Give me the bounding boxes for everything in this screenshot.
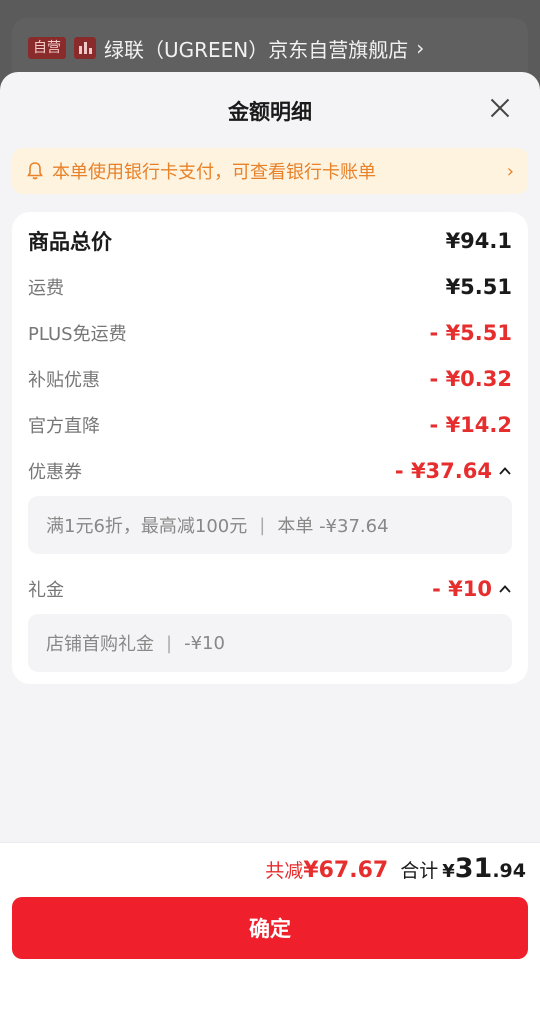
- official-discount-row: 官方直降 - ¥14.2: [28, 410, 512, 440]
- coupon-row[interactable]: 优惠券 - ¥37.64: [28, 456, 512, 486]
- official-discount-label: 官方直降: [28, 416, 100, 437]
- store-row: 自营 绿联（UGREEN）京东自营旗舰店 ›: [28, 34, 424, 62]
- chevron-right-icon: ›: [416, 36, 425, 60]
- chevron-right-icon: ›: [506, 160, 514, 182]
- coupon-label: 优惠券: [28, 462, 82, 483]
- gift-money-separator: |: [166, 632, 173, 654]
- bank-card-notice[interactable]: 本单使用银行卡支付，可查看银行卡账单 ›: [12, 148, 528, 194]
- goods-total-row: 商品总价 ¥94.1: [28, 226, 512, 256]
- subsidy-row: 补贴优惠 - ¥0.32: [28, 364, 512, 394]
- gift-money-label: 礼金: [28, 580, 64, 601]
- bell-icon: [27, 162, 43, 180]
- plus-free-shipping-label: PLUS免运费: [28, 324, 127, 345]
- total-currency: ¥: [442, 861, 455, 882]
- subsidy-label: 补贴优惠: [28, 370, 100, 391]
- notice-text: 本单使用银行卡支付，可查看银行卡账单: [52, 162, 376, 183]
- goods-total-value: ¥94.1: [445, 229, 512, 253]
- subsidy-value: - ¥0.32: [429, 367, 512, 391]
- confirm-button[interactable]: 确定: [12, 897, 528, 959]
- plus-free-shipping-row: PLUS免运费 - ¥5.51: [28, 318, 512, 348]
- total-label: 合计: [400, 860, 439, 882]
- shipping-label: 运费: [28, 278, 64, 299]
- close-icon[interactable]: [486, 94, 514, 122]
- total-reduce-label: 共减: [265, 860, 304, 882]
- footer-bar: 共减 ¥67.67 合计 ¥ 31 .94 确定: [0, 842, 540, 1012]
- gift-money-detail-box: 店铺首购礼金 | -¥10: [28, 614, 512, 672]
- total-integer: 31: [454, 853, 493, 884]
- chevron-up-icon[interactable]: [498, 582, 512, 596]
- coupon-detail-box: 满1元6折，最高减100元 | 本单 -¥37.64: [28, 496, 512, 554]
- plus-free-shipping-value: - ¥5.51: [429, 321, 512, 345]
- coupon-separator: |: [259, 514, 266, 536]
- self-operated-badge: 自营: [28, 37, 66, 59]
- gift-money-value: - ¥10: [432, 577, 492, 601]
- total-reduce-value: ¥67.67: [303, 858, 389, 883]
- gift-money-row[interactable]: 礼金 - ¥10: [28, 574, 512, 604]
- official-discount-value: - ¥14.2: [429, 413, 512, 437]
- totals-summary: 共减 ¥67.67 合计 ¥ 31 .94: [265, 853, 526, 884]
- store-name: 绿联（UGREEN）京东自营旗舰店: [104, 37, 409, 62]
- chevron-up-icon[interactable]: [498, 464, 512, 478]
- coupon-value: - ¥37.64: [394, 459, 492, 483]
- gift-money-amount: -¥10: [184, 632, 225, 654]
- sheet-title: 金额明细: [228, 100, 312, 124]
- shop-logo-icon: [74, 37, 96, 59]
- shipping-value: ¥5.51: [445, 275, 512, 299]
- gift-money-name: 店铺首购礼金: [46, 634, 154, 655]
- amount-detail-card: 商品总价 ¥94.1 运费 ¥5.51 PLUS免运费 - ¥5.51 补贴优惠…: [12, 212, 528, 684]
- total-decimal: .94: [492, 860, 526, 882]
- shipping-row: 运费 ¥5.51: [28, 272, 512, 302]
- coupon-rule: 满1元6折，最高减100元: [46, 516, 248, 537]
- coupon-amount: 本单 -¥37.64: [277, 516, 389, 537]
- goods-total-label: 商品总价: [28, 230, 112, 254]
